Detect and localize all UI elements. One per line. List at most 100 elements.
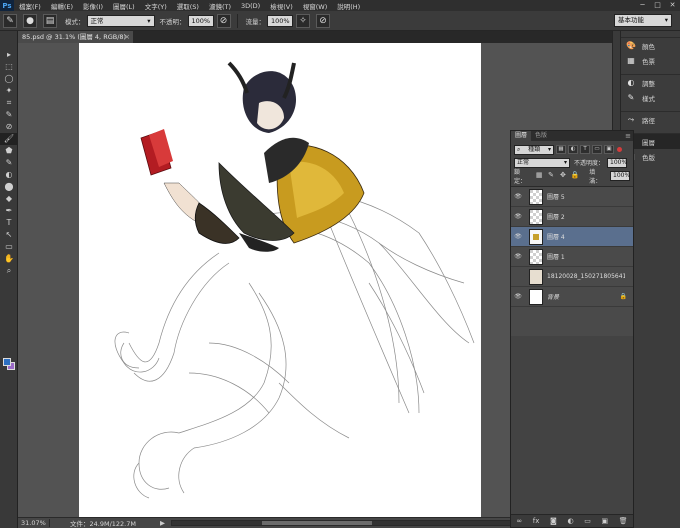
- menu-3d[interactable]: 3D(D): [236, 2, 265, 10]
- opacity-input[interactable]: 100%: [187, 14, 214, 27]
- menu-file[interactable]: 檔案(F): [14, 1, 46, 11]
- layer-row[interactable]: 👁 圖層 1: [511, 247, 633, 267]
- menu-help[interactable]: 說明(H): [332, 1, 365, 11]
- flow-label: 流量：: [245, 17, 266, 26]
- eraser-tool-icon[interactable]: ◐: [0, 169, 18, 181]
- dock-panel-styles[interactable]: ✎ 樣式: [621, 90, 680, 105]
- eye-icon[interactable]: 👁: [511, 193, 525, 200]
- healing-tool-icon[interactable]: ⊘: [0, 121, 18, 133]
- lock-pixels-icon[interactable]: ✎: [547, 171, 556, 180]
- eye-icon[interactable]: 👁: [511, 253, 525, 260]
- pen-tool-icon[interactable]: ✒: [0, 205, 18, 217]
- maximize-icon[interactable]: □: [650, 0, 665, 11]
- workspace-select[interactable]: 基本功能 ▾: [614, 14, 672, 27]
- close-icon[interactable]: ✕: [665, 0, 680, 11]
- adjustment-layer-icon[interactable]: ◐: [567, 517, 573, 525]
- dock-panel-color[interactable]: 🎨 顏色: [621, 38, 680, 53]
- eye-icon[interactable]: 👁: [511, 233, 525, 240]
- menu-select[interactable]: 選取(S): [172, 1, 204, 11]
- layer-name: 圖層 2: [547, 214, 565, 221]
- layer-kind-filter[interactable]: ⌕ 種類 ▾: [514, 144, 554, 155]
- styles-panel-icon: ✎: [627, 93, 635, 102]
- layer-row[interactable]: 👁 18120028_1502718056415...: [511, 267, 633, 287]
- quick-select-tool-icon[interactable]: ✦: [0, 85, 18, 97]
- lock-transparency-icon[interactable]: ▦: [535, 171, 544, 180]
- pixel-filter-icon[interactable]: ▦: [556, 145, 566, 154]
- layer-row[interactable]: 👁 圖層 5: [511, 187, 633, 207]
- menu-type[interactable]: 文字(Y): [140, 1, 172, 11]
- layer-row[interactable]: 👁 圖層 2: [511, 207, 633, 227]
- flow-input[interactable]: 100%: [267, 14, 293, 27]
- eye-icon[interactable]: 👁: [511, 293, 525, 300]
- gradient-tool-icon[interactable]: ⬤: [0, 181, 18, 193]
- horizontal-scrollbar[interactable]: [171, 520, 531, 526]
- marquee-tool-icon[interactable]: ⬚: [0, 61, 18, 73]
- menu-window[interactable]: 視窗(W): [298, 1, 333, 11]
- smart-object-filter-icon[interactable]: ▣: [604, 145, 614, 154]
- pressure-size-icon[interactable]: ⊘: [316, 13, 330, 28]
- zoom-level[interactable]: 31.07%: [18, 519, 50, 527]
- document-canvas[interactable]: [79, 43, 481, 517]
- pressure-opacity-icon[interactable]: ⊘: [216, 13, 231, 28]
- layer-style-icon[interactable]: fx: [533, 517, 540, 525]
- menu-layer[interactable]: 圖層(L): [108, 1, 140, 11]
- airbrush-icon[interactable]: ✧: [296, 13, 310, 28]
- trash-icon[interactable]: 🗑: [619, 517, 628, 525]
- menu-image[interactable]: 影像(I): [78, 1, 108, 11]
- menu-edit[interactable]: 編輯(E): [46, 1, 78, 11]
- dodge-tool-icon[interactable]: ◆: [0, 193, 18, 205]
- link-layers-icon[interactable]: ∞: [516, 517, 522, 525]
- hand-tool-icon[interactable]: ✋: [0, 253, 18, 265]
- document-tab[interactable]: 85.psd @ 31.1% (圖層 4, RGB/8) ×: [18, 31, 133, 43]
- eyedropper-tool-icon[interactable]: ✎: [0, 109, 18, 121]
- brush-tool-icon[interactable]: 🖌: [0, 133, 18, 145]
- lock-all-icon[interactable]: 🔒: [570, 171, 579, 180]
- history-brush-tool-icon[interactable]: ✎: [0, 157, 18, 169]
- adjustments-panel-icon: ◐: [627, 78, 635, 87]
- layer-opacity-input[interactable]: 100%: [607, 157, 627, 168]
- new-layer-icon[interactable]: ▣: [602, 517, 609, 525]
- menu-filter[interactable]: 濾鏡(T): [204, 1, 236, 11]
- photoshop-logo: Ps: [0, 0, 14, 11]
- dock-panel-paths[interactable]: ⤳ 路徑: [621, 112, 680, 127]
- shape-filter-icon[interactable]: ▭: [592, 145, 602, 154]
- path-select-tool-icon[interactable]: ↖: [0, 229, 18, 241]
- layer-row[interactable]: 👁 背景 🔒: [511, 287, 633, 307]
- brush-tool-icon[interactable]: ✎: [3, 13, 17, 28]
- minimize-icon[interactable]: ─: [635, 0, 650, 11]
- brush-panel-toggle-icon[interactable]: ▤: [43, 13, 57, 28]
- panel-menu-icon[interactable]: ≡: [625, 131, 631, 141]
- filter-toggle[interactable]: [617, 147, 622, 152]
- eye-icon[interactable]: 👁: [511, 213, 525, 220]
- tab-layers[interactable]: 圖層: [511, 131, 532, 141]
- lasso-tool-icon[interactable]: ◯: [0, 73, 18, 85]
- layer-mask-icon[interactable]: ◙: [550, 517, 557, 525]
- character-painting: [140, 61, 365, 252]
- type-filter-icon[interactable]: T: [580, 145, 590, 154]
- close-icon[interactable]: ×: [124, 31, 130, 43]
- layer-row-selected[interactable]: 👁 圖層 4: [511, 227, 633, 247]
- zoom-tool-icon[interactable]: ⌕: [0, 265, 18, 277]
- stamp-tool-icon[interactable]: ⬟: [0, 145, 18, 157]
- layer-fill-input[interactable]: 100%: [610, 170, 630, 181]
- tools-panel-header: [0, 31, 17, 49]
- scrollbar-thumb[interactable]: [262, 521, 372, 525]
- layer-list: 👁 圖層 5 👁 圖層 2 👁 圖層 4 👁 圖層 1 👁 18120028_1…: [511, 186, 633, 336]
- adjustment-filter-icon[interactable]: ◐: [568, 145, 578, 154]
- brush-preset-picker-icon[interactable]: ●: [23, 13, 37, 28]
- foreground-color-swatch[interactable]: [3, 358, 11, 366]
- dock-panel-adjustments[interactable]: ◐ 調整: [621, 75, 680, 90]
- mode-select[interactable]: 正常 ▾: [86, 14, 155, 27]
- eye-icon-hidden[interactable]: 👁: [511, 273, 525, 280]
- crop-tool-icon[interactable]: ⌗: [0, 97, 18, 109]
- lock-position-icon[interactable]: ✥: [559, 171, 568, 180]
- tab-channels[interactable]: 色版: [531, 131, 551, 141]
- dock-panel-swatches[interactable]: ▦ 色票: [621, 53, 680, 68]
- shape-tool-icon[interactable]: ▭: [0, 241, 18, 253]
- type-tool-icon[interactable]: T: [0, 217, 18, 229]
- status-menu-arrow-icon[interactable]: ▶: [160, 519, 165, 527]
- move-tool-icon[interactable]: ▸: [0, 49, 18, 61]
- menu-view[interactable]: 檢視(V): [265, 1, 298, 11]
- new-group-icon[interactable]: ▭: [584, 517, 591, 525]
- search-icon: ⌕: [517, 145, 521, 153]
